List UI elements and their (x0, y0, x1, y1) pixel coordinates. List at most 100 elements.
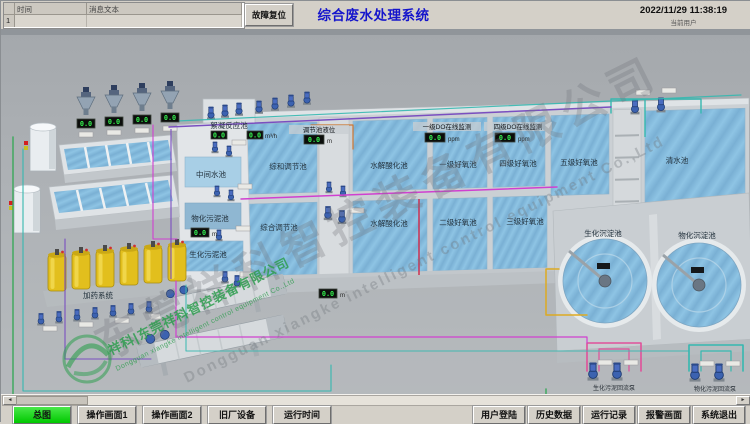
tank-label: 物化沉淀池 (678, 230, 716, 240)
feeder-display: 0.0 (133, 115, 151, 124)
horizontal-scrollbar[interactable]: ◄ ► (2, 395, 750, 406)
pump-group-label: 物化污泥回流泵 (694, 385, 736, 393)
equipment-tag (135, 128, 149, 133)
nav-button-history[interactable]: 历史数据 (528, 406, 580, 424)
flow-display: 0.0 (211, 131, 227, 140)
svg-text:0.0: 0.0 (429, 134, 441, 142)
nav-button-run-record[interactable]: 运行记录 (583, 406, 635, 424)
do1-display: 0.0 (425, 133, 445, 142)
chemical-tank-icon (120, 243, 138, 285)
pump-icon (271, 98, 279, 111)
scene-top-band (1, 29, 750, 35)
tank-bio-sedimentation (558, 234, 652, 328)
unit-label: m (327, 139, 332, 145)
feeder-display: 0.0 (105, 117, 123, 126)
alarm-message-table[interactable]: 时间 消息文本 1 (3, 2, 245, 29)
pump-icon (55, 311, 63, 323)
current-user-label: 当前用户 (621, 17, 746, 27)
chemical-tank-icon (48, 249, 66, 291)
white-tank-icon (30, 123, 56, 171)
nav-button-runtime[interactable]: 运行时间 (273, 406, 331, 424)
pump-icon (255, 101, 263, 114)
equipment-tag (700, 361, 714, 366)
unit-label: m³/h (265, 134, 277, 140)
equipment-tag (232, 140, 246, 145)
sludge-level-display: 0.0 (191, 228, 209, 237)
svg-text:0.0: 0.0 (108, 118, 120, 126)
alarm-message-cell (87, 15, 242, 27)
alarm-corner-cell (4, 3, 15, 15)
feeder-display: 0.0 (161, 113, 179, 122)
equipment-tag (107, 130, 121, 135)
equipment-tag (726, 361, 740, 366)
alarm-col-time: 时间 (15, 3, 87, 15)
feeder-icon (105, 85, 123, 113)
bottom-bar: ◄ ► 总图 操作画面1 操作画面2 旧厂设备 运行时间 用户登陆 历史数据 运… (1, 394, 750, 424)
nav-button-operation-1[interactable]: 操作画面1 (78, 406, 136, 424)
datetime-display: 2022/11/29 11:38:19 (621, 5, 746, 16)
tank-label: 综和调节池 (269, 161, 307, 171)
equipment-tag (236, 226, 250, 231)
flow-display: 0.0 (247, 131, 263, 140)
svg-text:0.0: 0.0 (213, 132, 225, 140)
feeder-icon (77, 87, 95, 115)
pump-icon (91, 307, 99, 319)
equipment-tag (43, 326, 57, 331)
svg-text:0.0: 0.0 (194, 229, 206, 237)
scroll-right-arrow-icon[interactable]: ► (736, 396, 750, 405)
nav-button-exit[interactable]: 系统退出 (693, 406, 745, 424)
nav-button-operation-2[interactable]: 操作画面2 (143, 406, 201, 424)
tank-label: 中间水池 (196, 169, 226, 179)
equipment-tag (598, 360, 612, 365)
sedimentation-basin-1 (59, 135, 177, 183)
nav-button-alarm-screen[interactable]: 报警画面 (638, 406, 690, 424)
nav-button-old-plant[interactable]: 旧厂设备 (208, 406, 266, 424)
fault-reset-button[interactable]: 故障复位 (245, 4, 293, 26)
svg-text:0.0: 0.0 (308, 136, 320, 144)
svg-text:0.0: 0.0 (80, 120, 92, 128)
equipment-tag (79, 132, 93, 137)
chemical-tank-icon (144, 241, 162, 283)
reg-level-display: 0.0 (304, 135, 324, 144)
equipment-tag (624, 360, 638, 365)
tank-physchem-sedimentation (652, 238, 746, 332)
pump-icon (73, 309, 81, 321)
tank-label: 清水池 (666, 155, 689, 165)
unit-label: m (212, 232, 217, 238)
feeder-icon (133, 83, 151, 111)
svg-text:0.0: 0.0 (164, 114, 176, 122)
pump-icon (303, 92, 311, 105)
pump-icon (657, 98, 666, 113)
equipment-tag (238, 184, 252, 189)
alarm-col-message: 消息文本 (87, 3, 242, 15)
sedimentation-basin-2 (49, 175, 180, 230)
chemical-tank-icon (96, 245, 114, 287)
do1-label: 一级DO在线监测 (423, 122, 472, 131)
reg-level-label: 调节池液位 (303, 125, 336, 134)
storage-cylinders (9, 123, 56, 233)
top-bar: 时间 消息文本 1 故障复位 综合废水处理系统 2022/11/29 11:38… (1, 1, 750, 30)
system-label: 加药系统 (83, 290, 113, 300)
pump-icon (37, 313, 45, 325)
nav-button-user-login[interactable]: 用户登陆 (473, 406, 525, 424)
svg-text:0.0: 0.0 (249, 132, 261, 140)
alarm-row-number: 1 (4, 15, 15, 27)
scroll-left-arrow-icon[interactable]: ◄ (3, 396, 17, 405)
tank-label: 物化污泥池 (191, 213, 229, 223)
tank-label: 絮凝反应池 (210, 120, 248, 130)
pump-icon (287, 95, 295, 108)
dosing-feeders (77, 81, 179, 137)
feeder-icon (161, 81, 179, 109)
nav-button-overview[interactable]: 总图 (13, 406, 71, 424)
plant-overview-scene: 0.0 0.0 0.0 0.0 调节池液位 0.0 m 0.0 0.0 m³/h… (1, 29, 750, 394)
tank-label: 生化沉淀池 (584, 228, 622, 238)
page-title: 综合废水处理系统 (301, 4, 446, 24)
chemical-tank-icon (72, 247, 90, 289)
scrollbar-thumb[interactable] (16, 396, 88, 405)
svg-text:0.0: 0.0 (136, 116, 148, 124)
white-tank-icon (14, 185, 40, 233)
plant-scene-svg: 0.0 0.0 0.0 0.0 调节池液位 0.0 m 0.0 0.0 m³/h… (1, 29, 750, 394)
tank-label: 生化污泥池 (189, 249, 227, 259)
pump-group-label: 生化污泥回流泵 (593, 384, 635, 392)
feeder-display: 0.0 (77, 119, 95, 128)
